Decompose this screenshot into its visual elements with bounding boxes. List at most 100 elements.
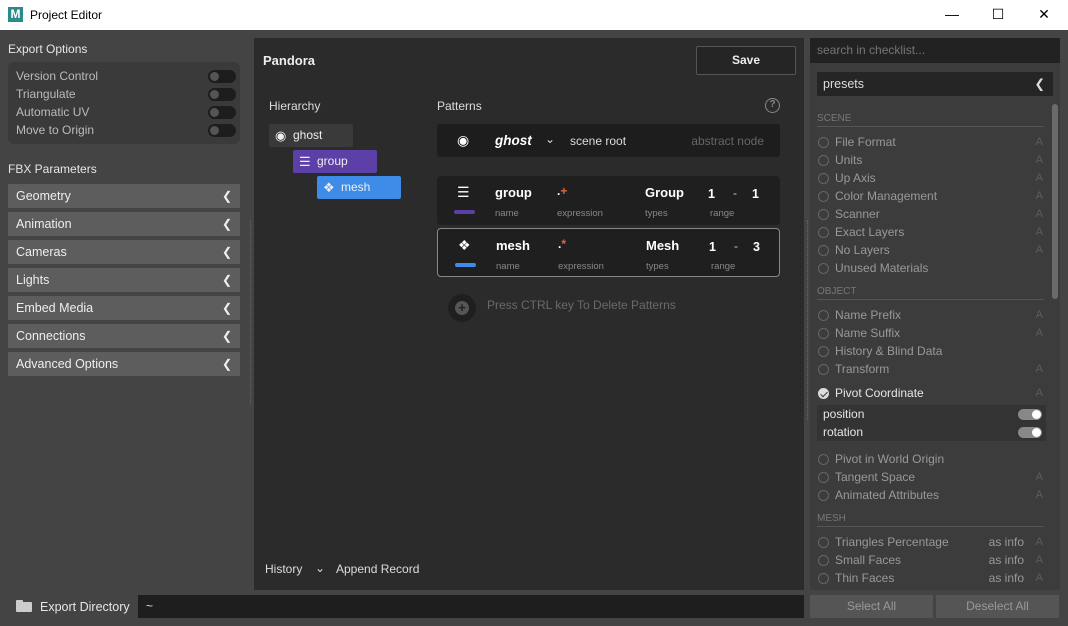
auto-fix-marker[interactable]: A	[1036, 134, 1043, 151]
panel-splitter[interactable]	[807, 220, 808, 420]
fbx-item-geometry[interactable]: Geometry ❮	[8, 184, 240, 208]
minimize-button[interactable]: —	[929, 0, 975, 30]
checklist-item[interactable]: Thin Faces as info A	[817, 570, 1043, 587]
radio-circle[interactable]	[818, 137, 829, 148]
checklist-item[interactable]: Name Suffix A	[817, 325, 1043, 342]
range-max[interactable]: 1	[752, 187, 759, 201]
close-button[interactable]: ✕	[1021, 0, 1067, 30]
checklist-item[interactable]: Tangent Space A	[817, 469, 1043, 486]
info-mode[interactable]: as info	[989, 534, 1024, 551]
radio-circle[interactable]	[818, 191, 829, 202]
export-directory-input[interactable]: ~	[138, 595, 804, 618]
checklist-item[interactable]: File Format A	[817, 134, 1043, 151]
auto-fix-marker[interactable]: A	[1036, 152, 1043, 169]
auto-fix-marker[interactable]: A	[1036, 170, 1043, 187]
radio-circle[interactable]	[818, 346, 829, 357]
auto-fix-marker[interactable]: A	[1036, 385, 1043, 402]
radio-circle[interactable]	[818, 328, 829, 339]
auto-fix-marker[interactable]: A	[1036, 570, 1043, 587]
presets-dropdown[interactable]: presets ❮	[817, 72, 1053, 96]
hierarchy-node-group[interactable]: ☰ group	[293, 150, 377, 173]
toggle-switch[interactable]	[208, 88, 236, 101]
checklist-item[interactable]: Color Management A	[817, 188, 1043, 205]
append-record-button[interactable]: Append Record	[336, 562, 419, 576]
radio-circle[interactable]	[818, 263, 829, 274]
radio-circle[interactable]	[818, 310, 829, 321]
checkmark-icon[interactable]	[818, 388, 829, 399]
fbx-item-lights[interactable]: Lights ❮	[8, 268, 240, 292]
help-icon[interactable]: ?	[765, 98, 780, 113]
checklist-item[interactable]: Small Faces as info A	[817, 552, 1043, 569]
maximize-button[interactable]: ☐	[975, 0, 1021, 30]
radio-circle[interactable]	[818, 555, 829, 566]
pattern-expression[interactable]: .*	[558, 237, 566, 251]
auto-fix-marker[interactable]: A	[1036, 487, 1043, 504]
auto-fix-marker[interactable]: A	[1036, 325, 1043, 342]
select-all-button[interactable]: Select All	[810, 595, 933, 618]
fbx-item-cameras[interactable]: Cameras ❮	[8, 240, 240, 264]
radio-circle[interactable]	[818, 454, 829, 465]
auto-fix-marker[interactable]: A	[1036, 361, 1043, 378]
toggle-switch[interactable]	[208, 70, 236, 83]
checklist-item[interactable]: Name Prefix A	[817, 307, 1043, 324]
toggle-switch[interactable]	[208, 124, 236, 137]
deselect-all-button[interactable]: Deselect All	[936, 595, 1059, 618]
toggle-switch[interactable]	[1018, 409, 1042, 420]
auto-fix-marker[interactable]: A	[1036, 206, 1043, 223]
auto-fix-marker[interactable]: A	[1036, 534, 1043, 551]
pattern-row-mesh[interactable]: ❖ mesh name .* expression Mesh types 1 -…	[437, 228, 780, 277]
auto-fix-marker[interactable]: A	[1036, 224, 1043, 241]
checklist-item-pivot-coordinate[interactable]: Pivot Coordinate A	[817, 385, 1043, 402]
toggle-switch[interactable]	[208, 106, 236, 119]
info-mode[interactable]: as info	[989, 570, 1024, 587]
checklist-item[interactable]: Units A	[817, 152, 1043, 169]
radio-circle[interactable]	[818, 209, 829, 220]
checklist-scrollbar[interactable]	[1052, 104, 1058, 299]
checklist-item[interactable]: Exact Layers A	[817, 224, 1043, 241]
pattern-row-group[interactable]: ☰ group name .+ expression Group types 1…	[437, 176, 780, 225]
radio-circle[interactable]	[818, 472, 829, 483]
radio-circle[interactable]	[818, 573, 829, 584]
root-node-bar[interactable]: ◉ ghost ⌄ scene root abstract node	[437, 124, 780, 157]
checklist-item[interactable]: Scanner A	[817, 206, 1043, 223]
checklist-item[interactable]: Triangles Percentage as info A	[817, 534, 1043, 551]
checklist-item[interactable]: History & Blind Data	[817, 343, 1043, 360]
checklist-item[interactable]: Pivot in World Origin	[817, 451, 1043, 468]
radio-circle[interactable]	[818, 155, 829, 166]
radio-circle[interactable]	[818, 173, 829, 184]
checklist-item[interactable]: No Layers A	[817, 242, 1043, 259]
fbx-item-advanced-options[interactable]: Advanced Options ❮	[8, 352, 240, 376]
chevron-down-icon[interactable]: ⌄	[545, 132, 555, 146]
radio-circle[interactable]	[818, 227, 829, 238]
radio-circle[interactable]	[818, 245, 829, 256]
range-min[interactable]: 1	[709, 240, 716, 254]
hierarchy-node-mesh[interactable]: ❖ mesh	[317, 176, 401, 199]
add-pattern-icon[interactable]: +	[448, 294, 476, 322]
checklist-item[interactable]: Unused Materials	[817, 260, 1043, 277]
checklist-item[interactable]: Transform A	[817, 361, 1043, 378]
toggle-switch[interactable]	[1018, 427, 1042, 438]
fbx-item-embed-media[interactable]: Embed Media ❮	[8, 296, 240, 320]
radio-circle[interactable]	[818, 537, 829, 548]
pattern-expression[interactable]: .+	[557, 184, 567, 198]
checklist-search-input[interactable]	[810, 38, 1060, 63]
checklist-item[interactable]: Up Axis A	[817, 170, 1043, 187]
chevron-down-icon[interactable]: ⌄	[315, 561, 325, 575]
folder-icon[interactable]	[16, 600, 32, 612]
save-button[interactable]: Save	[696, 46, 796, 75]
radio-circle[interactable]	[818, 490, 829, 501]
range-min[interactable]: 1	[708, 187, 715, 201]
auto-fix-marker[interactable]: A	[1036, 188, 1043, 205]
range-max[interactable]: 3	[753, 240, 760, 254]
hierarchy-node-ghost[interactable]: ◉ ghost	[269, 124, 353, 147]
fbx-item-connections[interactable]: Connections ❮	[8, 324, 240, 348]
radio-circle[interactable]	[818, 364, 829, 375]
auto-fix-marker[interactable]: A	[1036, 469, 1043, 486]
checklist-item[interactable]: Animated Attributes A	[817, 487, 1043, 504]
fbx-item-animation[interactable]: Animation ❮	[8, 212, 240, 236]
info-mode[interactable]: as info	[989, 552, 1024, 569]
panel-splitter[interactable]	[250, 220, 251, 405]
auto-fix-marker[interactable]: A	[1036, 307, 1043, 324]
auto-fix-marker[interactable]: A	[1036, 552, 1043, 569]
auto-fix-marker[interactable]: A	[1036, 242, 1043, 259]
